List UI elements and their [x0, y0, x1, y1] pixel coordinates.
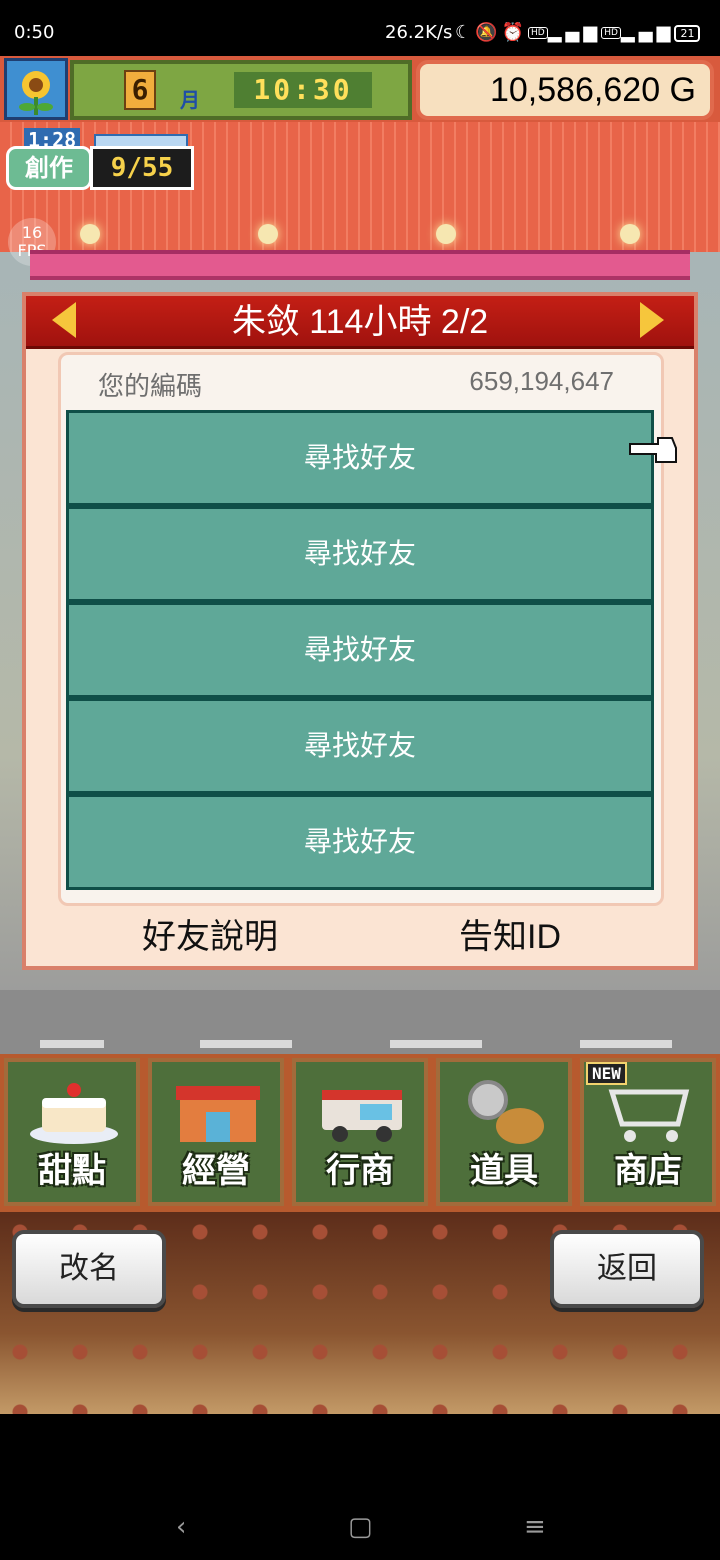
dialog-title: 朱敛 114小時 2/2	[231, 303, 489, 341]
menu-vendor[interactable]: 行商	[292, 1058, 428, 1206]
menu-dessert[interactable]: 甜點	[4, 1058, 140, 1206]
menu-manage[interactable]: 經營	[148, 1058, 284, 1206]
create-points: 9/55	[90, 146, 194, 190]
find-friend-button[interactable]: 尋找好友	[66, 506, 654, 602]
money-display: 10,586,620 G	[416, 60, 714, 120]
menu-label: 經營	[182, 1151, 250, 1191]
find-friend-button[interactable]: 尋找好友	[66, 698, 654, 794]
status-icons: ☾🔕⏰ HD ▂▄▆ HD ▂▄▆ 21	[455, 22, 701, 43]
nav-back-icon[interactable]: ‹	[176, 1512, 186, 1542]
lane-marker	[390, 1040, 482, 1048]
mute-icon: 🔕	[475, 22, 502, 43]
menu-label: 道具	[470, 1151, 538, 1191]
lamp-icon	[80, 224, 100, 244]
create-label[interactable]: 創作	[6, 146, 92, 190]
menu-label: 商店	[614, 1151, 682, 1191]
alarm-icon: ⏰	[501, 22, 528, 43]
nav-home-icon[interactable]: ▢	[348, 1512, 373, 1542]
hd-icon: HD	[527, 27, 548, 39]
back-button[interactable]: 返回	[550, 1230, 704, 1308]
lane-marker	[200, 1040, 292, 1048]
month-number: 6	[124, 70, 156, 110]
game-clock: 10:30	[234, 72, 372, 108]
lamp-icon	[436, 224, 456, 244]
notify-id-button[interactable]: 告知ID	[410, 910, 610, 964]
find-friend-button[interactable]: 尋找好友	[66, 602, 654, 698]
new-badge: NEW	[586, 1062, 627, 1085]
menu-label: 行商	[326, 1151, 394, 1191]
food-truck-icon	[322, 1090, 402, 1142]
network-speed: 26.2K/s	[385, 22, 453, 43]
status-time: 0:50	[14, 22, 55, 43]
lamp-icon	[620, 224, 640, 244]
cake-icon	[30, 1083, 118, 1144]
month-label: 月	[180, 88, 200, 112]
prev-page-arrow-icon[interactable]	[52, 302, 76, 338]
signal-4g-icon: ▂▄▆	[620, 22, 675, 43]
next-page-arrow-icon[interactable]	[640, 302, 664, 338]
rename-button[interactable]: 改名	[12, 1230, 166, 1308]
moon-icon: ☾	[455, 22, 476, 43]
lamp-icon	[258, 224, 278, 244]
pink-rail	[30, 250, 690, 280]
find-friend-button[interactable]: 尋找好友	[66, 410, 654, 506]
gear-bag-icon	[468, 1080, 544, 1144]
lane-marker	[580, 1040, 672, 1048]
code-value: 659,194,647	[469, 366, 614, 396]
hd-icon: HD	[601, 27, 621, 39]
pointing-hand-icon	[628, 434, 678, 470]
fps-value: 16	[21, 223, 43, 242]
code-label: 您的編碼	[98, 371, 203, 401]
nav-menu-icon[interactable]: ≡	[524, 1512, 546, 1542]
find-friend-button[interactable]: 尋找好友	[66, 794, 654, 890]
shop-icon	[176, 1086, 260, 1142]
signal-4g-icon: ▂▄▆	[547, 22, 602, 43]
shopping-cart-icon	[608, 1089, 690, 1142]
status-bar: 0:50 26.2K/s ☾🔕⏰ HD ▂▄▆ HD ▂▄▆ 21	[0, 0, 720, 56]
sunflower-icon[interactable]	[4, 58, 68, 120]
lane-marker	[40, 1040, 104, 1048]
menu-items[interactable]: 道具	[436, 1058, 572, 1206]
menu-label: 甜點	[38, 1151, 106, 1191]
battery-icon: 21	[674, 24, 701, 42]
friend-explain-button[interactable]: 好友說明	[110, 910, 310, 964]
